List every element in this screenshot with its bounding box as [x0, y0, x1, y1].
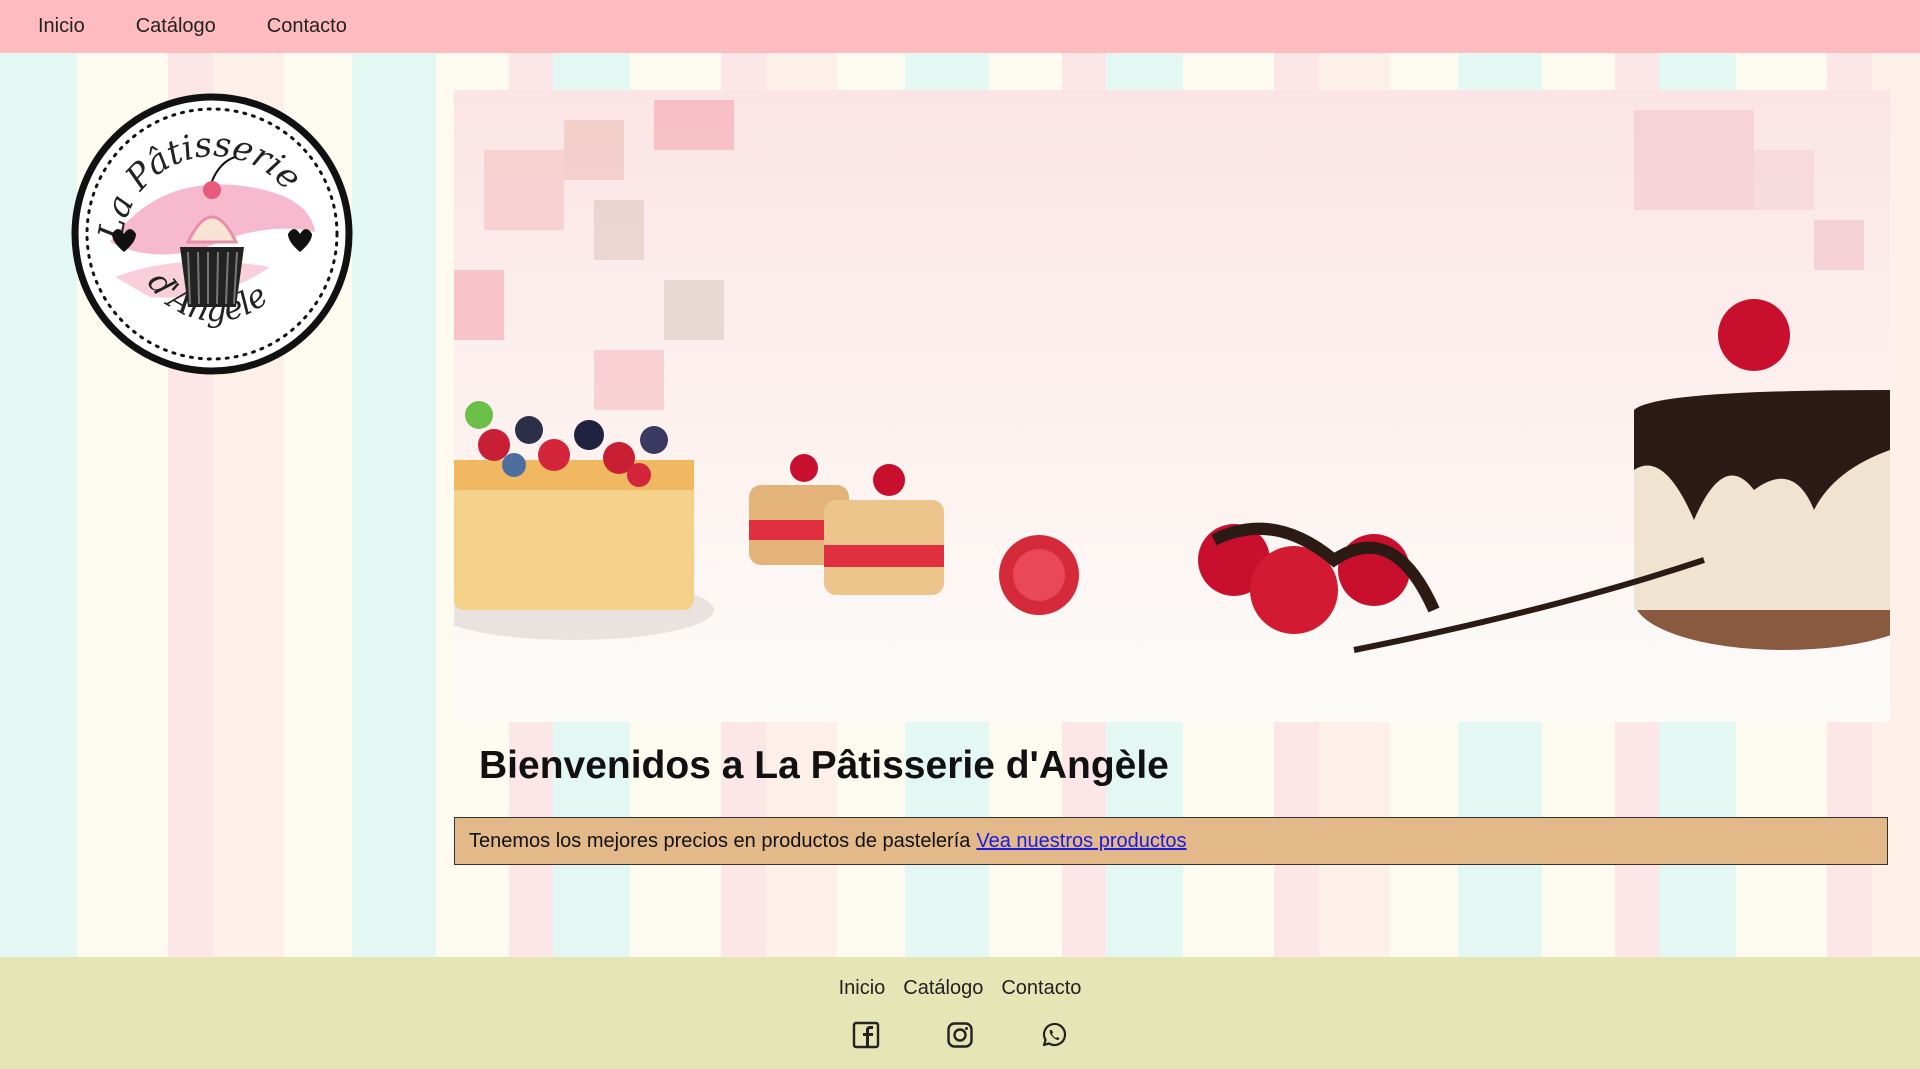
promo-text: Tenemos los mejores precios en productos…: [469, 829, 971, 852]
footer-link-inicio[interactable]: Inicio: [839, 977, 886, 1000]
nav-link-contacto[interactable]: Contacto: [267, 15, 347, 38]
facebook-icon[interactable]: [852, 1021, 880, 1049]
promo-banner: Tenemos los mejores precios en productos…: [454, 817, 1888, 865]
nav-link-catalogo[interactable]: Catálogo: [136, 15, 216, 38]
top-nav: Inicio Catálogo Contacto: [0, 0, 1920, 53]
whatsapp-icon[interactable]: [1040, 1021, 1068, 1049]
nav-link-inicio[interactable]: Inicio: [38, 15, 85, 38]
footer-link-contacto[interactable]: Contacto: [1001, 977, 1081, 1000]
footer: Inicio Catálogo Contacto: [0, 957, 1920, 1069]
footer-nav: Inicio Catálogo Contacto: [0, 977, 1920, 1000]
view-products-link[interactable]: Vea nuestros productos: [976, 830, 1186, 853]
instagram-icon[interactable]: [946, 1021, 974, 1049]
patisserie-logo: La Pâtisserie d'Angèle: [71, 93, 353, 375]
hero-banner-image: [454, 90, 1890, 722]
social-links: [0, 1021, 1920, 1049]
footer-link-catalogo[interactable]: Catálogo: [903, 977, 983, 1000]
welcome-heading: Bienvenidos a La Pâtisserie d'Angèle: [479, 744, 1169, 787]
pastry-illustration: [454, 100, 1890, 653]
